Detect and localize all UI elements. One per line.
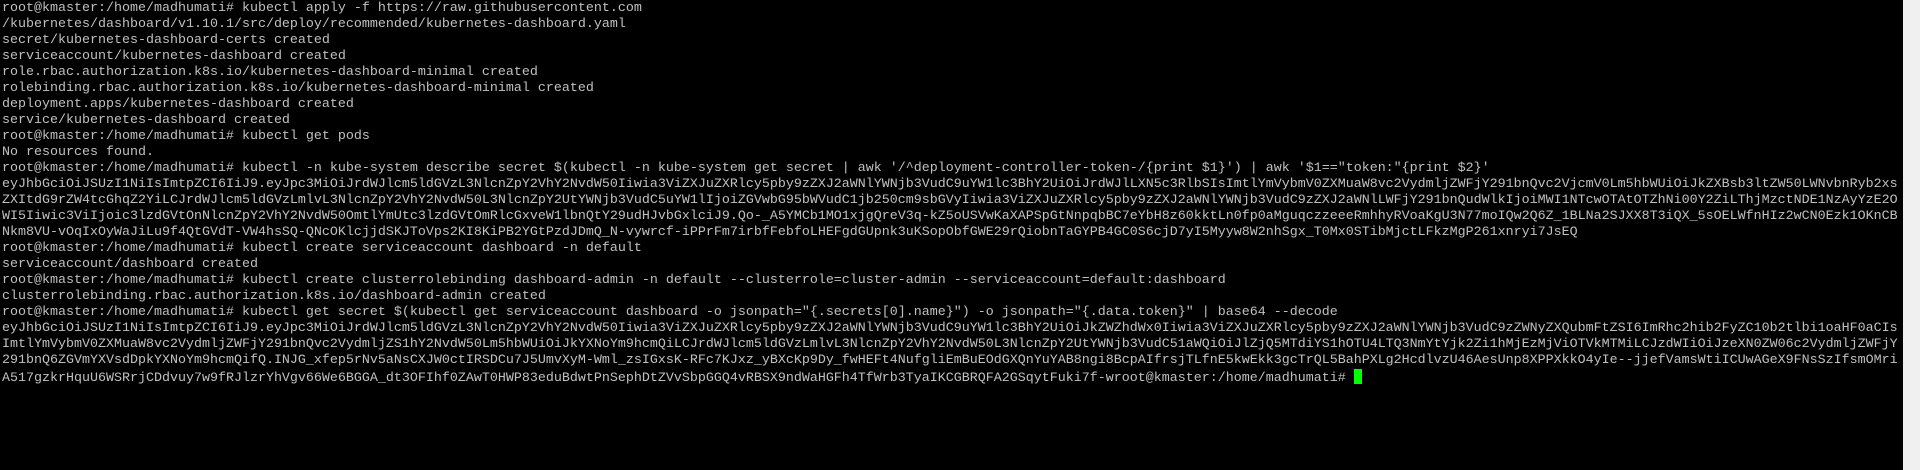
scrollbar[interactable]: [1903, 0, 1920, 470]
terminal-line: deployment.apps/kubernetes-dashboard cre…: [2, 97, 354, 112]
terminal-line: serviceaccount/dashboard created: [2, 257, 258, 272]
terminal-line-current: A517gzkrHquU6WSRrjCDdvuy7w9fRJlzrYhVgv66…: [2, 369, 1903, 385]
terminal-line: service/kubernetes-dashboard created: [2, 113, 290, 128]
terminal-line: clusterrolebinding.rbac.authorization.k8…: [2, 289, 546, 304]
terminal-line: root@kmaster:/home/madhumati# kubectl ge…: [2, 129, 370, 144]
terminal-line: root@kmaster:/home/madhumati# kubectl cr…: [2, 273, 1226, 288]
terminal-window[interactable]: root@kmaster:/home/madhumati# kubectl ap…: [0, 0, 1903, 470]
terminal-line: /kubernetes/dashboard/v1.10.1/src/deploy…: [2, 17, 626, 32]
terminal-line: serviceaccount/kubernetes-dashboard crea…: [2, 49, 346, 64]
terminal-line: WI5Iiwic3ViIjoic3lzdGVtOnNlcnZpY2VhY2Nvd…: [2, 209, 1898, 224]
terminal-line: secret/kubernetes-dashboard-certs create…: [2, 33, 330, 48]
terminal-line: eyJhbGciOiJSUzI1NiIsImtpZCI6IiJ9.eyJpc3M…: [2, 321, 1898, 336]
terminal-line: root@kmaster:/home/madhumati# kubectl ap…: [2, 1, 642, 16]
terminal-line: role.rbac.authorization.k8s.io/kubernete…: [2, 65, 538, 80]
terminal-line: Nkm8VU-vOqIxOyWaJiLu9f4QtGVdT-VW4hsSQ-QN…: [2, 225, 1578, 240]
terminal-line: root@kmaster:/home/madhumati# kubectl cr…: [2, 241, 642, 256]
terminal-line: root@kmaster:/home/madhumati# kubectl ge…: [2, 305, 1338, 320]
terminal-line: ZXItdG9rZW4tcGhqZ2YiLCJrdWJlcm5ldGVzLmlv…: [2, 193, 1898, 208]
terminal-output: root@kmaster:/home/madhumati# kubectl ap…: [2, 1, 1903, 369]
terminal-line: rolebinding.rbac.authorization.k8s.io/ku…: [2, 81, 594, 96]
terminal-line: eyJhbGciOiJSUzI1NiIsImtpZCI6IiJ9.eyJpc3M…: [2, 177, 1898, 192]
terminal-line: ImtlYmVybmV0ZXMuaW8vc2VydmljZWFjY291bnQv…: [2, 337, 1898, 352]
shell-prompt: root@kmaster:/home/madhumati#: [1113, 371, 1354, 385]
terminal-line: 291bnQ6ZGVmYXVsdDpkYXNoYm9hcmQifQ.INJG_x…: [2, 353, 1898, 368]
cursor-block[interactable]: [1353, 369, 1362, 384]
terminal-line: No resources found.: [2, 145, 154, 160]
terminal-line-text: A517gzkrHquU6WSRrjCDdvuy7w9fRJlzrYhVgv66…: [2, 371, 1114, 385]
terminal-line: root@kmaster:/home/madhumati# kubectl -n…: [2, 161, 1490, 176]
